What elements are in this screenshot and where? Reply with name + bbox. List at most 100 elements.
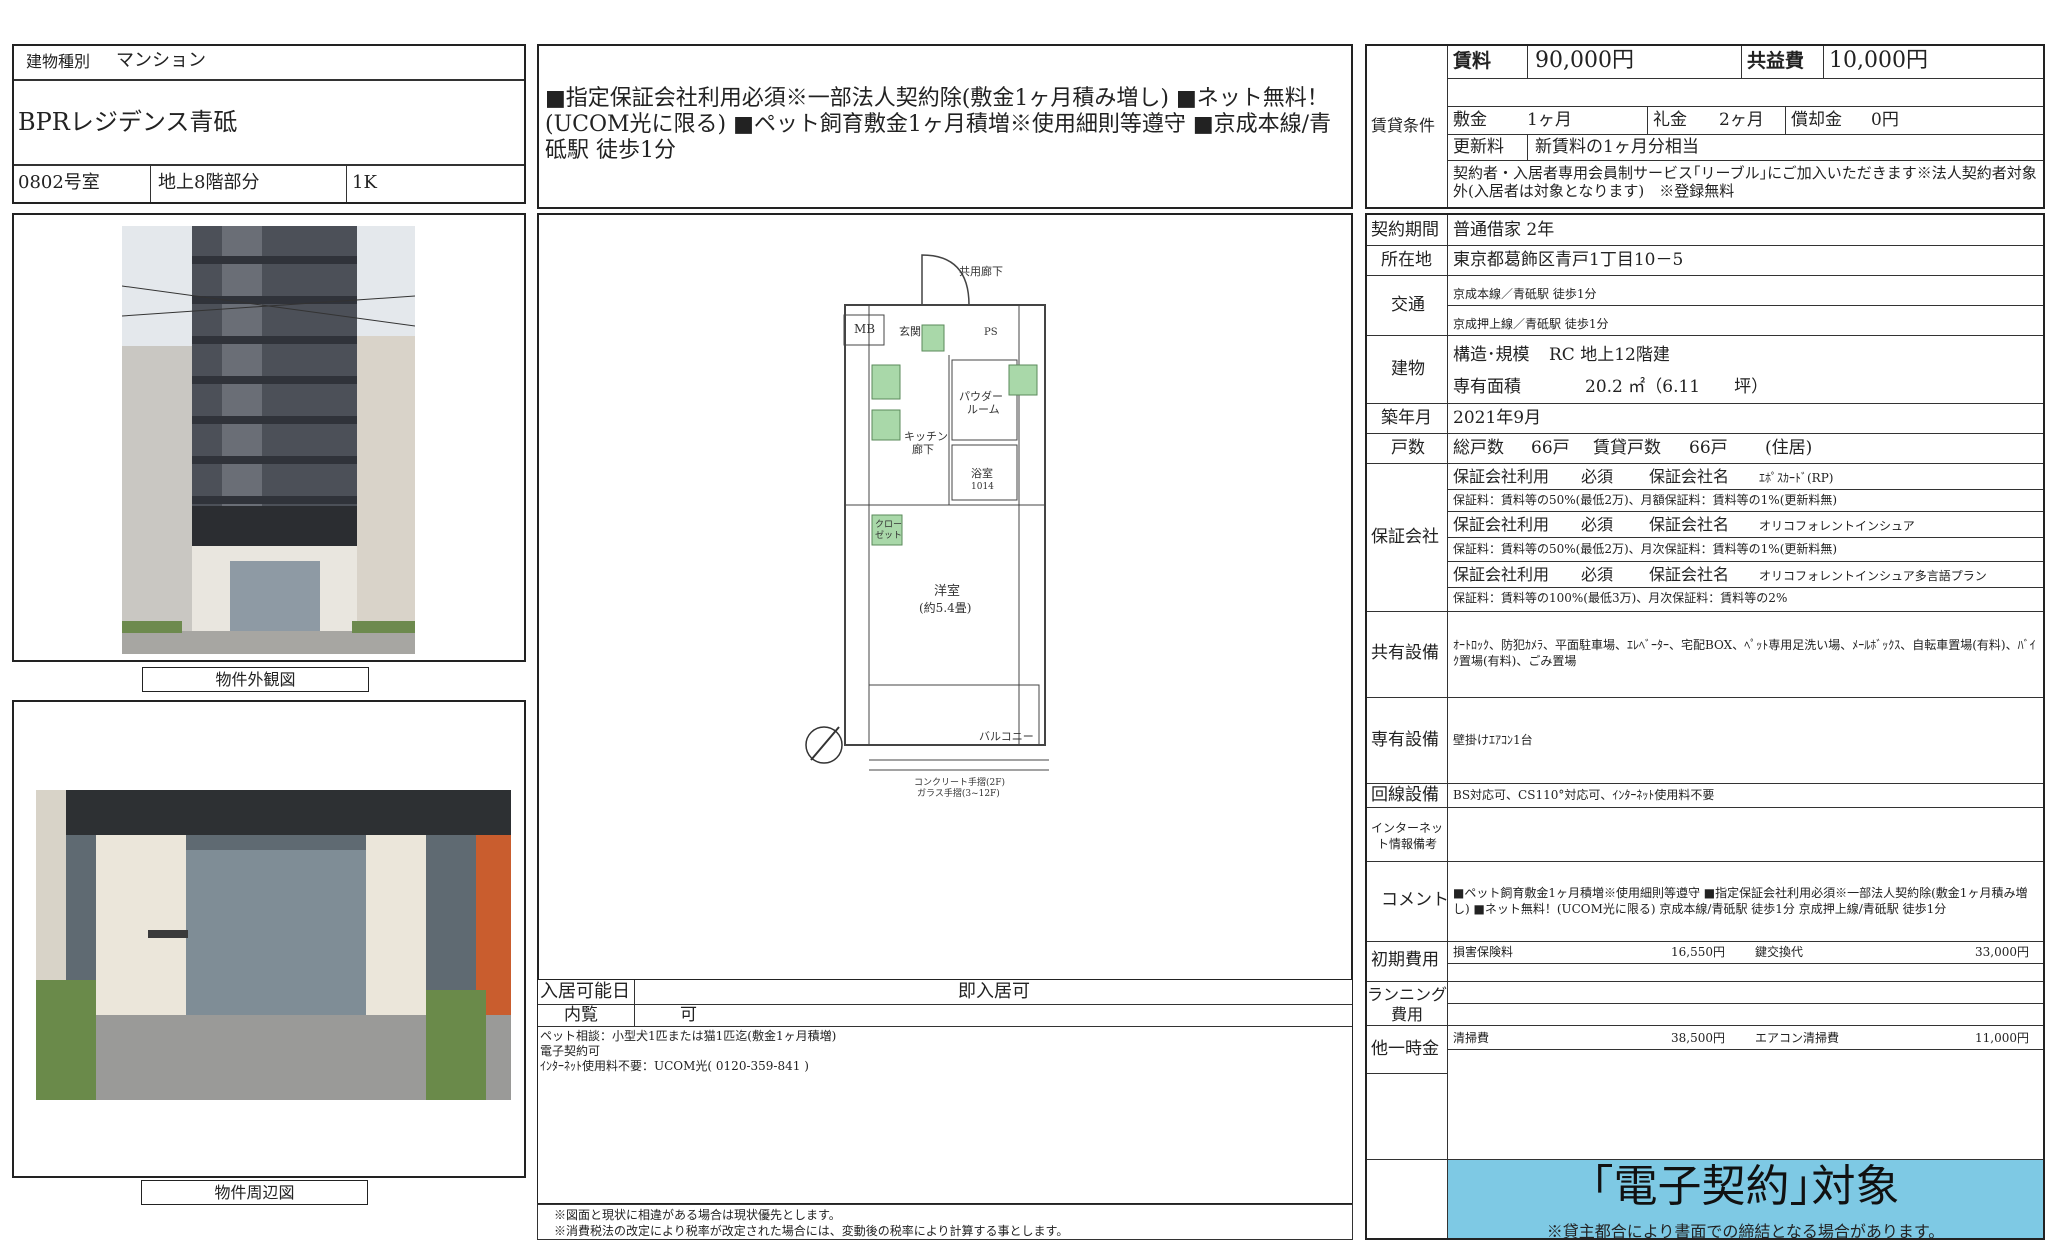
deposit-label: 敷金 bbox=[1453, 110, 1487, 130]
exterior-caption-box: 物件外観図 bbox=[142, 667, 369, 692]
address-label: 所在地 bbox=[1381, 250, 1432, 270]
guarantee-required: 必須 bbox=[1581, 515, 1614, 534]
address-value: 東京都葛飾区青戸1丁目10－5 bbox=[1453, 250, 1684, 270]
key-money-value: 2ヶ月 bbox=[1719, 110, 1764, 130]
initial-cost-amount: 33,000円 bbox=[1975, 945, 2029, 959]
one-time-amount: 38,500円 bbox=[1671, 1031, 1725, 1045]
internet-notes-label: インターネット情報備考 bbox=[1370, 821, 1443, 851]
details-box: 契約期間 普通借家 2年 所在地 東京都葛飾区青戸1丁目10－5 交通 京成本線… bbox=[1365, 213, 2045, 1241]
structure-kind-value: RC 地上12階建 bbox=[1549, 345, 1670, 365]
disclaimer-line: ※消費税法の改定により税率が改定された場合には、変動後の税率により計算する事とし… bbox=[554, 1224, 1069, 1238]
move-in-label: 入居可能日 bbox=[540, 981, 630, 1002]
guarantee-name: ｴﾎﾟｽｶｰﾄﾞ(RP) bbox=[1759, 471, 1834, 485]
exterior-caption: 物件外観図 bbox=[215, 670, 296, 689]
shared-facilities-label: 共有設備 bbox=[1371, 643, 1439, 663]
exterior-photo-box bbox=[12, 213, 526, 662]
units-label: 戸数 bbox=[1391, 438, 1425, 458]
renewal-value: 新賃料の1ヶ月分相当 bbox=[1535, 137, 1699, 157]
building-type-label: 建物種別 bbox=[26, 52, 91, 71]
surroundings-caption-box: 物件周辺図 bbox=[141, 1180, 368, 1205]
building-info-box: 建物種別 マンション BPRレジデンス青砥 0802号室 地上8階部分 1K bbox=[12, 44, 526, 204]
one-time-name: 清掃費 bbox=[1453, 1031, 1490, 1045]
units-total-label: 総戸数 bbox=[1453, 438, 1504, 458]
contract-period-value: 普通借家 2年 bbox=[1453, 220, 1555, 240]
transport-line-2: 京成押上線／青砥駅 徒歩1分 bbox=[1453, 317, 1609, 331]
area-value: 20.2 ㎡（6.11 坪） bbox=[1585, 377, 1769, 397]
built-value: 2021年9月 bbox=[1453, 408, 1542, 428]
fp-western-2: (約5.4畳) bbox=[919, 600, 971, 615]
fp-closet-1: クロー bbox=[875, 519, 902, 530]
exterior-photo bbox=[122, 226, 415, 654]
line-facilities-label: 回線設備 bbox=[1371, 785, 1439, 805]
guarantee-fee: 保証料：賃料等の100%(最低3万)、月次保証料：賃料等の2% bbox=[1453, 591, 1788, 605]
guarantee-fee: 保証料：賃料等の50%(最低2万)、月次保証料：賃料等の1%(更新料無) bbox=[1453, 542, 1838, 556]
renewal-label: 更新料 bbox=[1453, 137, 1504, 157]
viewing-label: 内覧 bbox=[564, 1005, 598, 1025]
rental-section-label: 賃貸条件 bbox=[1371, 116, 1436, 135]
guarantee-use-label: 保証会社利用 bbox=[1453, 467, 1550, 486]
membership-note: 契約者・入居者専用会員制サービス｢リーブル｣にご加入いただきます※法人契約者対象… bbox=[1453, 164, 2037, 200]
fp-kitchen-2: 廊下 bbox=[912, 442, 934, 456]
guarantee-name: オリコフォレントインシュア多言語プラン bbox=[1759, 569, 1987, 583]
move-in-value: 即入居可 bbox=[958, 981, 1030, 1002]
fp-entrance: 玄関 bbox=[899, 324, 921, 338]
notes-list: ペット相談：小型犬1匹または猫1匹迄(敷金1ヶ月積増) 電子契約可 ｲﾝﾀｰﾈｯ… bbox=[540, 1029, 836, 1074]
units-usage: (住居) bbox=[1765, 438, 1813, 458]
fp-powder-1: パウダー bbox=[959, 389, 1003, 403]
contract-period-label: 契約期間 bbox=[1371, 220, 1439, 240]
guarantee-use-label: 保証会社利用 bbox=[1453, 565, 1550, 584]
building-type-value: マンション bbox=[116, 50, 206, 71]
structure-kind-label: 構造･規模 bbox=[1453, 345, 1530, 365]
e-contract-banner: ｢電子契約｣対象 ※貸主都合により書面での締結となる場合があります。 bbox=[1448, 1160, 2043, 1241]
initial-cost-name: 鍵交換代 bbox=[1755, 945, 1804, 959]
note-line: 電子契約可 bbox=[540, 1044, 601, 1058]
one-time-name: エアコン清掃費 bbox=[1755, 1031, 1840, 1045]
fp-common-corridor: 共用廊下 bbox=[959, 264, 1003, 278]
fp-railing-1: コンクリート手摺(2F) bbox=[914, 776, 1005, 788]
headline-box: ■指定保証会社利用必須※一部法人契約除(敷金1ヶ月積み増し) ■ネット無料！(U… bbox=[537, 44, 1353, 209]
room-layout: 1K bbox=[352, 172, 377, 193]
surroundings-photo bbox=[36, 790, 511, 1100]
guarantee-label: 保証会社 bbox=[1371, 527, 1439, 547]
initial-cost-amount: 16,550円 bbox=[1671, 945, 1725, 959]
amortization-label: 償却金 bbox=[1791, 110, 1842, 130]
initial-cost-name: 損害保険料 bbox=[1453, 945, 1514, 959]
transport-label: 交通 bbox=[1391, 295, 1425, 315]
fp-kitchen-1: キッチン bbox=[904, 430, 948, 443]
private-facilities-value: 壁掛けｴｱｺﾝ1台 bbox=[1453, 733, 1533, 747]
rental-box: 賃貸条件 賃料 90,000円 共益費 10,000円 敷金 1ヶ月 礼金 2ヶ… bbox=[1365, 44, 2045, 209]
one-time-amount: 11,000円 bbox=[1975, 1031, 2029, 1045]
structure-label: 建物 bbox=[1391, 359, 1425, 379]
guarantee-use-label: 保証会社利用 bbox=[1453, 515, 1550, 534]
units-rental-value: 66戸 bbox=[1689, 438, 1728, 458]
disclaimer-line: ※図面と現状に相違がある場合は現状優先とします。 bbox=[554, 1208, 841, 1222]
one-time-label: 他一時金 bbox=[1371, 1039, 1439, 1059]
viewing-value: 可 bbox=[680, 1005, 697, 1025]
area-label: 専有面積 bbox=[1453, 377, 1521, 397]
fp-powder-2: ルーム bbox=[967, 403, 1000, 416]
building-name: BPRレジデンス青砥 bbox=[18, 108, 238, 136]
guarantee-required: 必須 bbox=[1581, 467, 1614, 486]
shared-facilities-value: ｵｰﾄﾛｯｸ、防犯ｶﾒﾗ、平面駐車場、ｴﾚﾍﾞｰﾀｰ、宅配BOX、ﾍﾟｯﾄ専用足… bbox=[1453, 638, 2036, 668]
fp-closet-2: ゼット bbox=[875, 529, 902, 541]
guarantee-name-label: 保証会社名 bbox=[1649, 467, 1730, 486]
initial-costs-label: 初期費用 bbox=[1371, 950, 1439, 970]
headline-text: ■指定保証会社利用必須※一部法人契約除(敷金1ヶ月積み増し) ■ネット無料！(U… bbox=[545, 86, 1332, 163]
common-fee-value: 10,000円 bbox=[1829, 48, 1928, 73]
rent-value: 90,000円 bbox=[1535, 48, 1634, 73]
floorplan-drawing: 共用廊下 MB 玄関 PS パウダー ルーム キッチン 廊下 浴室 1014 ク… bbox=[805, 254, 1049, 799]
fp-balcony: バルコニー bbox=[979, 730, 1034, 743]
amortization-value: 0円 bbox=[1871, 110, 1899, 130]
units-rental-label: 賃貸戸数 bbox=[1593, 438, 1661, 458]
guarantee-name-label: 保証会社名 bbox=[1649, 565, 1730, 584]
fp-mb: MB bbox=[854, 322, 875, 336]
fp-railing-2: ガラス手摺(3~12F) bbox=[917, 787, 1000, 799]
e-contract-title: ｢電子契約｣対象 bbox=[1591, 1161, 1900, 1212]
fp-western-1: 洋室 bbox=[934, 583, 960, 599]
guarantee-required: 必須 bbox=[1581, 565, 1614, 584]
common-fee-label: 共益費 bbox=[1747, 50, 1805, 72]
comment-value: ■ペット飼育敷金1ヶ月積増※使用細則等遵守 ■指定保証会社利用必須※一部法人契約… bbox=[1453, 886, 2028, 916]
disclaimer-box: ※図面と現状に相違がある場合は現状優先とします。 ※消費税法の改定により税率が改… bbox=[537, 1203, 1353, 1240]
rent-label: 賃料 bbox=[1453, 50, 1492, 72]
room-number: 0802号室 bbox=[18, 172, 100, 193]
